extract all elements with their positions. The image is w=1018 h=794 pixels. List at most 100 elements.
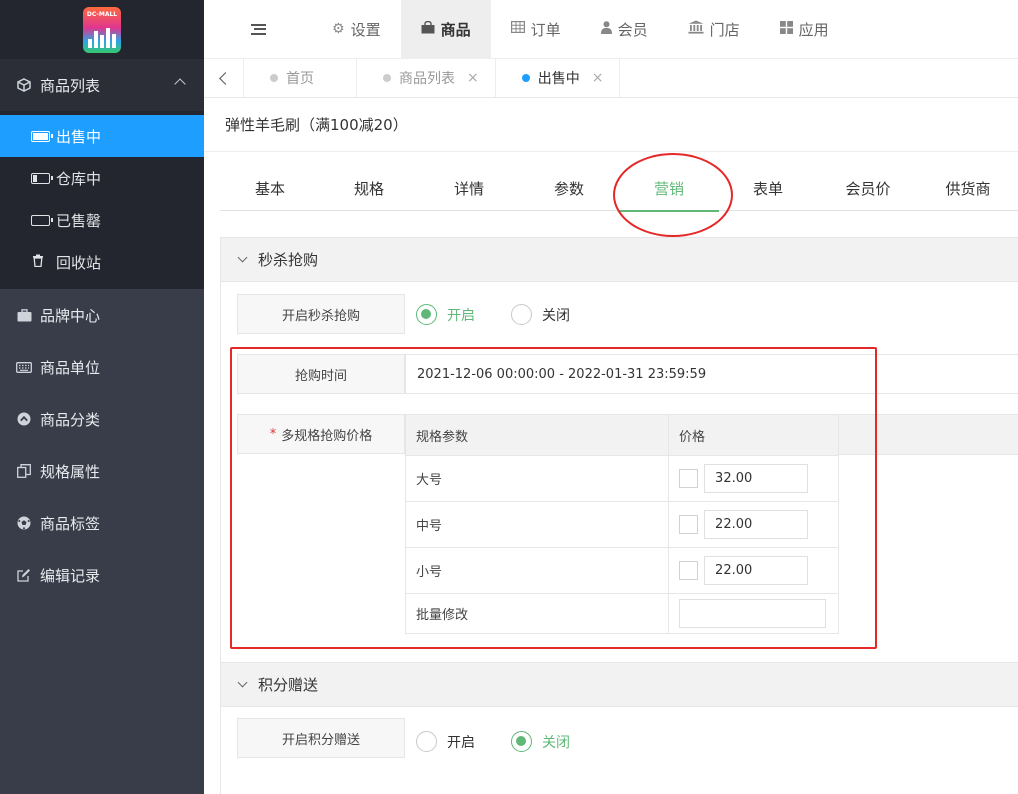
sidebar-item-label: 商品标签 <box>40 514 101 533</box>
flash-sale-panel: 秒杀抢购 开启秒杀抢购 开启 关闭 抢购时间 2021-12-06 00:00:… <box>220 237 1018 662</box>
tab-form[interactable]: 表单 <box>718 178 818 199</box>
grid-icon <box>779 20 793 38</box>
flash-sale-panel-body: 开启秒杀抢购 开启 关闭 抢购时间 2021-12-06 00:00:00 - … <box>221 282 1018 662</box>
tab-basic[interactable]: 基本 <box>220 178 320 199</box>
price-cell: 22.00 <box>668 547 839 594</box>
time-range-value: 2021-12-06 00:00:00 - 2022-01-31 23:59:5… <box>417 366 707 382</box>
chevron-down-icon <box>237 252 248 263</box>
column-header: 规格参数 <box>404 414 670 456</box>
divider <box>204 151 1018 152</box>
tab-detail[interactable]: 详情 <box>419 178 519 199</box>
price-cell: 32.00 <box>668 455 839 502</box>
row-checkbox[interactable] <box>679 515 699 534</box>
close-icon[interactable]: × <box>467 70 479 86</box>
logo[interactable]: DC-MALL <box>83 6 121 53</box>
sidebar-item-label: 已售罄 <box>56 211 102 230</box>
top-nav-apps[interactable]: 应用 <box>760 0 849 58</box>
tab-marketing[interactable]: 营销 <box>619 178 719 212</box>
points-gift-panel-header[interactable]: 积分赠送 <box>221 663 1018 707</box>
sidebar-item-warehouse[interactable]: 仓库中 <box>0 157 204 199</box>
sidebar-item-recycle-bin[interactable]: 回收站 <box>0 241 204 283</box>
spec-price-label: * 多规格抢购价格 <box>237 414 405 454</box>
top-nav-label: 应用 <box>798 20 829 39</box>
table-row: 批量修改 <box>404 593 839 634</box>
keyboard-icon <box>16 359 32 375</box>
top-nav-label: 设置 <box>350 20 381 39</box>
flash-sale-panel-header[interactable]: 秒杀抢购 <box>221 238 1018 282</box>
radio-unchecked-icon <box>511 304 532 325</box>
top-nav: ⚙ 设置 商品 订单 会员 门店 应用 <box>204 0 1018 59</box>
page-title: 弹性羊毛刷（满100减20） <box>225 116 408 134</box>
table-icon <box>510 21 525 37</box>
spec-cell: 小号 <box>404 547 670 594</box>
page-tab-product-list[interactable]: 商品列表 × <box>357 59 496 97</box>
sidebar-item-on-sale[interactable]: 出售中 <box>0 115 204 157</box>
section-tabs: 基本 规格 详情 参数 营销 表单 会员价 供货商 <box>220 168 1018 212</box>
tab-dot-icon <box>383 74 391 82</box>
sidebar-group-product-list[interactable]: 商品列表 <box>0 59 204 111</box>
sidebar-item-brand-center[interactable]: 品牌中心 <box>0 289 204 341</box>
sidebar-item-sold-out[interactable]: 已售罄 <box>0 199 204 241</box>
row-checkbox[interactable] <box>679 469 699 488</box>
table-row: 小号 22.00 <box>404 547 839 594</box>
sidebar-item-product-category[interactable]: 商品分类 <box>0 393 204 445</box>
tab-dot-icon <box>521 74 530 82</box>
page-tabs: 首页 商品列表 × 出售中 × <box>204 59 1018 98</box>
sidebar-item-label: 规格属性 <box>40 462 101 481</box>
top-nav-stores[interactable]: 门店 <box>668 0 760 58</box>
tab-spec[interactable]: 规格 <box>319 178 419 199</box>
points-gift-on-radio[interactable]: 开启 <box>416 731 475 752</box>
top-nav-members[interactable]: 会员 <box>581 0 668 58</box>
spec-table-header-extra <box>839 414 1018 455</box>
radio-label: 开启 <box>447 734 475 751</box>
price-cell: 22.00 <box>668 501 839 548</box>
price-input[interactable]: 22.00 <box>704 556 809 585</box>
sidebar-item-product-unit[interactable]: 商品单位 <box>0 341 204 393</box>
tabs-scroll-left-button[interactable] <box>204 59 244 97</box>
briefcase-icon <box>16 307 32 323</box>
points-gift-off-radio[interactable]: 关闭 <box>511 731 570 752</box>
sidebar-item-edit-log[interactable]: 编辑记录 <box>0 549 204 601</box>
chevron-down-icon <box>237 677 248 688</box>
menu-toggle-button[interactable] <box>204 0 312 58</box>
radio-checked-icon <box>511 731 532 752</box>
panel-title: 积分赠送 <box>258 676 319 694</box>
tab-supplier[interactable]: 供货商 <box>918 178 1018 199</box>
top-nav-label: 门店 <box>709 20 740 39</box>
top-nav-label: 会员 <box>617 20 648 39</box>
chevron-left-icon <box>219 71 232 85</box>
sidebar-item-label: 回收站 <box>56 253 102 272</box>
top-nav-orders[interactable]: 订单 <box>491 0 581 58</box>
close-icon[interactable]: × <box>592 70 604 86</box>
tab-member-price[interactable]: 会员价 <box>818 178 918 199</box>
time-label: 抢购时间 <box>237 354 405 394</box>
tab-params[interactable]: 参数 <box>519 178 619 199</box>
sidebar-item-spec-attributes[interactable]: 规格属性 <box>0 445 204 497</box>
copy-icon <box>16 463 32 479</box>
page-tab-label: 首页 <box>286 71 314 87</box>
page-tab-home[interactable]: 首页 <box>244 59 357 97</box>
shopping-bag-icon <box>421 20 435 38</box>
menu-icon <box>250 23 266 35</box>
radio-checked-icon <box>416 304 437 325</box>
sidebar-item-product-tags[interactable]: 商品标签 <box>0 497 204 549</box>
time-range-input[interactable]: 2021-12-06 00:00:00 - 2022-01-31 23:59:5… <box>405 354 1018 394</box>
tab-dot-icon <box>270 74 278 82</box>
radio-label: 开启 <box>447 307 475 324</box>
column-header: 价格 <box>668 414 839 456</box>
bank-icon <box>688 20 704 38</box>
row-checkbox[interactable] <box>679 561 699 580</box>
top-nav-settings[interactable]: ⚙ 设置 <box>312 0 401 58</box>
logo-area: DC-MALL <box>0 0 204 59</box>
price-input[interactable]: 22.00 <box>704 510 809 539</box>
page-tab-on-sale[interactable]: 出售中 × <box>496 59 621 97</box>
battery-low-icon <box>31 172 53 184</box>
batch-edit-input[interactable] <box>679 599 827 628</box>
batch-label-cell: 批量修改 <box>404 593 670 634</box>
flash-sale-on-radio[interactable]: 开启 <box>416 304 475 325</box>
trash-icon <box>31 254 45 270</box>
page-tab-label: 商品列表 <box>399 71 455 87</box>
flash-sale-off-radio[interactable]: 关闭 <box>511 304 570 325</box>
price-input[interactable]: 32.00 <box>704 464 809 493</box>
top-nav-products[interactable]: 商品 <box>400 0 491 58</box>
